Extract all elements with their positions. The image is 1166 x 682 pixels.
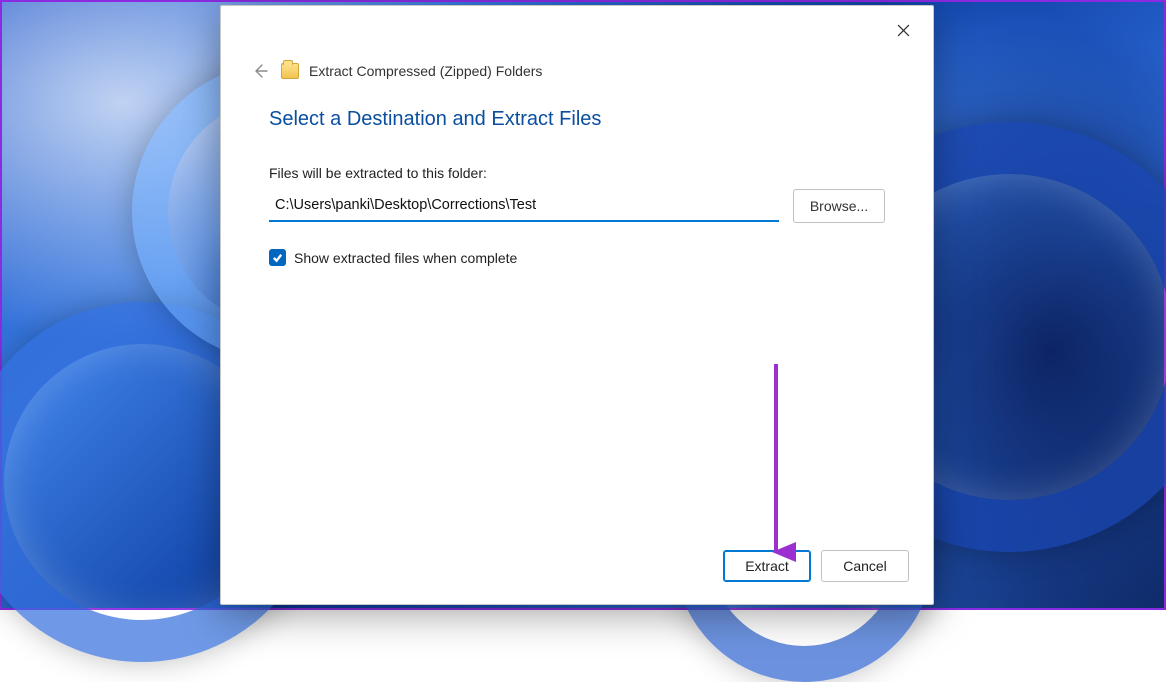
- dialog-content: Select a Destination and Extract Files F…: [221, 82, 933, 550]
- extract-button[interactable]: Extract: [723, 550, 811, 582]
- show-files-label: Show extracted files when complete: [294, 250, 517, 266]
- checkmark-icon: [272, 252, 283, 263]
- show-files-checkbox-row[interactable]: Show extracted files when complete: [269, 249, 885, 266]
- destination-path-input[interactable]: [269, 190, 779, 222]
- show-files-checkbox[interactable]: [269, 249, 286, 266]
- cancel-button[interactable]: Cancel: [821, 550, 909, 582]
- close-button[interactable]: [887, 16, 919, 44]
- back-arrow-icon: [252, 63, 268, 79]
- extract-dialog: Extract Compressed (Zipped) Folders Sele…: [220, 5, 934, 605]
- dialog-heading: Select a Destination and Extract Files: [269, 108, 885, 131]
- browse-button[interactable]: Browse...: [793, 189, 885, 223]
- dialog-button-row: Extract Cancel: [221, 550, 933, 604]
- dialog-header-row: Extract Compressed (Zipped) Folders: [221, 6, 933, 82]
- close-icon: [897, 24, 910, 37]
- destination-label: Files will be extracted to this folder:: [269, 165, 885, 181]
- dialog-title: Extract Compressed (Zipped) Folders: [309, 63, 542, 79]
- zip-folder-icon: [281, 63, 299, 79]
- back-button[interactable]: [249, 60, 271, 82]
